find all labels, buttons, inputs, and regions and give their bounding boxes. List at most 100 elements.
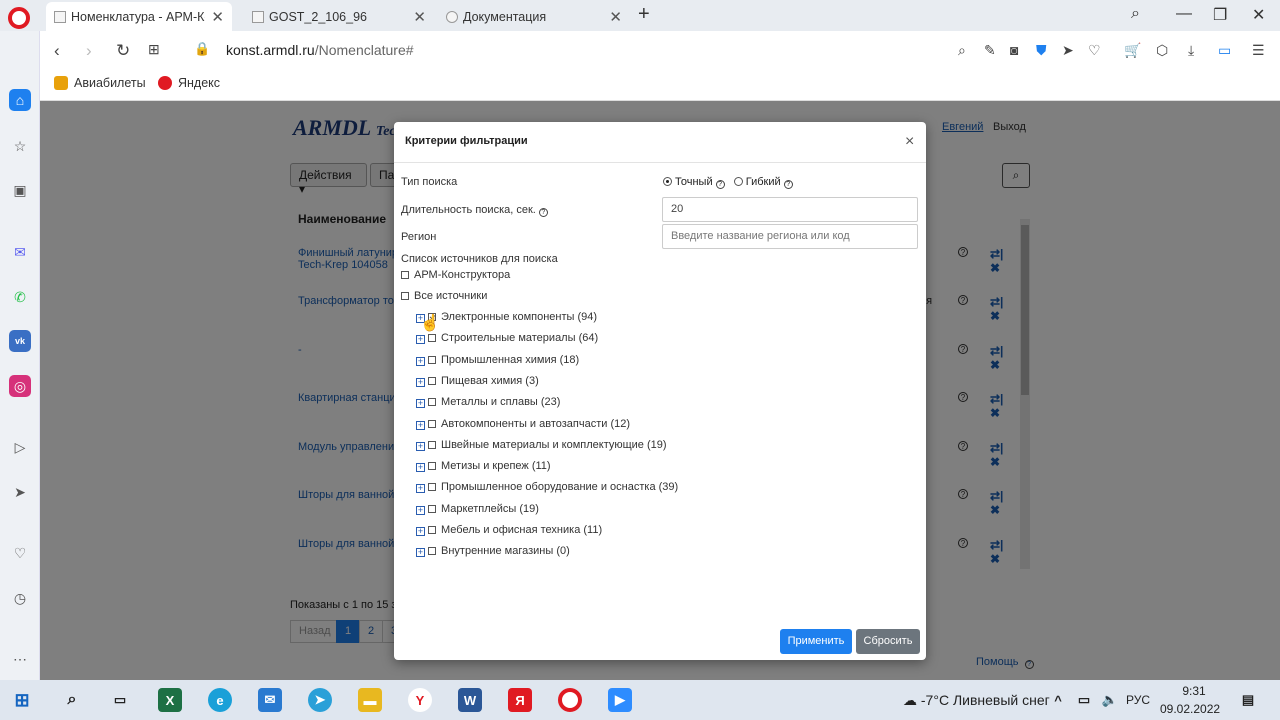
category-item[interactable]: + Металлы и сплавы (23) [416, 396, 560, 409]
checkbox[interactable] [401, 271, 409, 279]
category-item[interactable]: + Внутренние магазины (0) [416, 545, 570, 558]
expand-icon[interactable]: + [416, 505, 425, 515]
expand-icon[interactable]: + [416, 484, 425, 494]
heart-icon[interactable]: ♡ [1088, 42, 1101, 59]
cube-icon[interactable]: ⬡ [1156, 42, 1168, 59]
duration-input[interactable]: 20 [662, 197, 918, 222]
download-icon[interactable]: ⤓ [1188, 42, 1194, 59]
checkbox[interactable] [428, 483, 436, 492]
category-item[interactable]: + Электронные компоненты (94) [416, 311, 597, 323]
send-icon[interactable]: ➤ [1062, 42, 1074, 59]
category-item[interactable]: + Мебель и офисная техника (11) [416, 524, 602, 536]
radio-button[interactable] [663, 177, 672, 186]
radio-flexible[interactable]: Гибкий? [733, 176, 793, 189]
history-icon[interactable]: ◷ [9, 587, 31, 609]
close-icon[interactable]: × [905, 134, 914, 150]
category-item[interactable]: + Метизы и крепеж (11) [416, 460, 551, 473]
shield-icon[interactable]: ⛊ [1036, 42, 1047, 59]
checkbox[interactable] [428, 334, 436, 343]
clock-time[interactable]: 9:31 [1178, 684, 1210, 698]
yandex-browser-icon[interactable]: Y [408, 688, 432, 712]
expand-icon[interactable]: + [416, 527, 425, 536]
mail-icon[interactable]: ✉ [258, 688, 282, 712]
more-icon[interactable]: ⋯ [9, 648, 31, 670]
whatsapp-icon[interactable]: ✆ [9, 286, 31, 308]
checkbox[interactable] [428, 547, 436, 556]
category-item[interactable]: + Автокомпоненты и автозапчасти (12) [416, 418, 630, 430]
url-field[interactable]: konst.armdl.ru/Nomenclature# [226, 42, 414, 58]
back-icon[interactable]: ‹ [54, 41, 60, 61]
expand-icon[interactable]: + [416, 441, 425, 451]
windows-start-icon[interactable]: ⊞ [10, 688, 34, 712]
weather-widget[interactable]: ☁ -7°C Ливневый снег [903, 692, 1050, 709]
volume-icon[interactable]: 🔈 [1098, 688, 1122, 712]
yandex-icon[interactable]: Я [508, 688, 532, 712]
home-icon[interactable]: ⌂ [9, 89, 31, 111]
bookmark-aviatickets[interactable]: Авиабилеты [54, 76, 146, 90]
minimize-icon[interactable]: — [1176, 5, 1192, 23]
expand-icon[interactable]: + [416, 420, 425, 430]
forward-icon[interactable]: › [86, 41, 92, 61]
checkbox[interactable] [428, 355, 436, 364]
battery-icon[interactable]: ▭ [1218, 42, 1231, 59]
expand-icon[interactable]: + [416, 335, 425, 345]
category-item[interactable]: + Швейные материалы и комплектующие (19) [416, 439, 667, 451]
vk-icon[interactable]: vk [9, 330, 31, 352]
lock-icon[interactable]: 🔒 [194, 41, 210, 57]
settings-icon[interactable]: ☰ [1252, 42, 1265, 59]
category-item[interactable]: + Маркетплейсы (19) [416, 503, 539, 515]
messenger-icon[interactable]: ✉ [9, 241, 31, 263]
close-tab-icon[interactable]: ✕ [413, 8, 426, 26]
search-icon[interactable]: ⌕ [60, 688, 84, 712]
star-icon[interactable]: ☆ [9, 135, 31, 157]
tab-gost[interactable]: GOST_2_106_96 ✕ [244, 2, 434, 31]
instagram-icon[interactable]: ◎ [9, 375, 31, 397]
expand-icon[interactable]: + [416, 356, 425, 366]
expand-icon[interactable]: + [416, 548, 425, 558]
opera-icon[interactable] [558, 688, 582, 712]
tab-nomenclature[interactable]: Номенклатура - АРМ-Кон ✕ [46, 2, 232, 31]
notifications-icon[interactable]: ▤ [1236, 688, 1260, 712]
edge-icon[interactable]: e [208, 688, 232, 712]
close-tab-icon[interactable]: ✕ [609, 8, 622, 26]
word-icon[interactable]: W [458, 688, 482, 712]
checkbox[interactable] [428, 504, 436, 513]
task-view-icon[interactable]: ▭ [108, 688, 132, 712]
file-explorer-icon[interactable]: ▬ [358, 688, 382, 712]
reload-icon[interactable]: ↻ [116, 41, 130, 61]
opera-logo-icon[interactable] [8, 7, 30, 29]
camera-icon[interactable]: ◙ [1010, 42, 1018, 58]
new-tab-button[interactable]: + [638, 3, 650, 26]
checkbox[interactable] [428, 419, 436, 428]
edit-icon[interactable]: ✎ [984, 42, 996, 59]
region-input[interactable]: Введите название региона или код [662, 224, 918, 249]
help-icon[interactable]: ? [715, 180, 725, 189]
network-icon[interactable]: ▭ [1072, 688, 1096, 712]
send-icon[interactable]: ➤ [9, 481, 31, 503]
arm-source-item[interactable]: АРМ-Конструктора [401, 269, 510, 281]
telegram-icon[interactable]: ➤ [308, 688, 332, 712]
clock-date[interactable]: 09.02.2022 [1160, 702, 1220, 716]
tray-chevron-icon[interactable]: ^ [1046, 688, 1070, 712]
player-icon[interactable]: ▷ [9, 436, 31, 458]
heart-icon[interactable]: ♡ [9, 542, 31, 564]
radio-exact[interactable]: Точный? [663, 176, 725, 189]
bag-icon[interactable]: ▣ [9, 179, 31, 201]
language-indicator[interactable]: РУС [1126, 693, 1150, 707]
category-item[interactable]: + Строительные материалы (64) [416, 332, 598, 345]
close-tab-icon[interactable]: ✕ [211, 8, 224, 26]
excel-icon[interactable]: X [158, 688, 182, 712]
category-item[interactable]: + Промышленное оборудование и оснастка (3… [416, 481, 678, 494]
checkbox[interactable] [428, 462, 436, 471]
expand-icon[interactable]: + [416, 399, 425, 409]
expand-icon[interactable]: + [416, 377, 425, 387]
checkbox[interactable] [428, 440, 436, 449]
close-window-icon[interactable]: ✕ [1252, 5, 1265, 25]
checkbox[interactable] [401, 292, 409, 300]
search-icon[interactable]: ⌕ [958, 42, 966, 59]
restore-icon[interactable]: ❐ [1213, 5, 1227, 25]
category-item[interactable]: + Пищевая химия (3) [416, 375, 539, 387]
help-icon[interactable]: ? [538, 208, 548, 217]
checkbox[interactable] [428, 526, 436, 534]
all-sources-item[interactable]: Все источники [401, 290, 487, 302]
